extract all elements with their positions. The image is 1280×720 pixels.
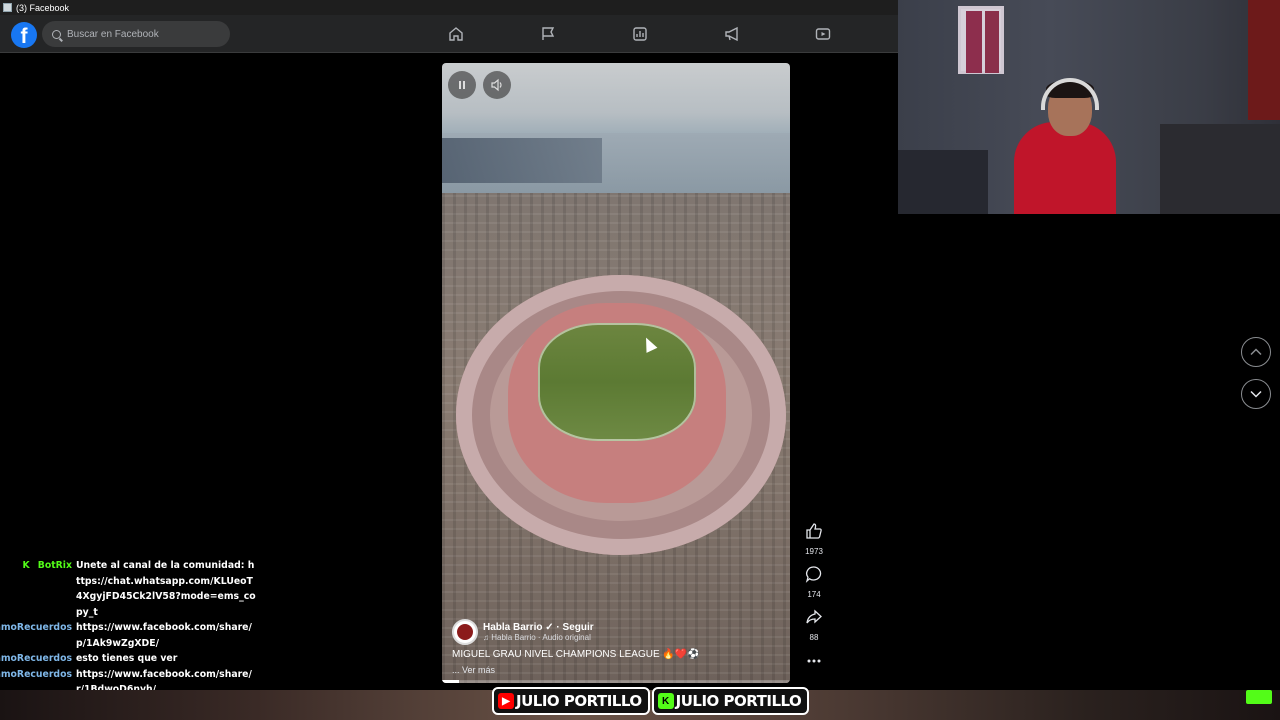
share-button[interactable]: 88 xyxy=(798,608,830,642)
kick-badge-icon: K xyxy=(22,560,30,571)
pause-icon xyxy=(459,81,465,89)
more-dots-icon xyxy=(807,659,821,663)
chat-username[interactable]: K BotRix xyxy=(0,558,76,620)
chat-message: amoRecuerdos esto tienes que ver xyxy=(0,651,270,667)
chat-username[interactable]: amoRecuerdos xyxy=(0,620,76,651)
kick-corner-icon xyxy=(1246,690,1272,704)
webcam-desk xyxy=(898,150,988,214)
kick-channel-name: JULIO PORTILLO xyxy=(675,692,802,710)
chat-message-text: esto tienes que ver xyxy=(76,653,178,664)
chevron-down-icon xyxy=(1250,390,1262,398)
kick-name-badge: K JULIO PORTILLO xyxy=(651,687,810,715)
audio-label[interactable]: Habla Barrio · Audio original xyxy=(491,633,591,642)
chat-username[interactable]: amoRecuerdos xyxy=(0,651,76,667)
webcam-red-wall xyxy=(1248,0,1280,120)
comment-button[interactable]: 174 xyxy=(798,565,830,599)
thumbs-up-icon xyxy=(806,523,822,539)
chat-message: amoRecuerdos https://www.facebook.com/sha… xyxy=(0,620,270,651)
like-count: 1973 xyxy=(805,547,823,556)
webcam-room-window xyxy=(958,6,1004,74)
follow-button[interactable]: Seguir xyxy=(563,622,594,633)
webcam-overlay xyxy=(898,0,1280,214)
webcam-bed xyxy=(1160,124,1280,214)
youtube-logo-icon: ▶ xyxy=(498,693,514,709)
browser-title-bar: (3) Facebook xyxy=(0,0,898,15)
video-progress-bar[interactable] xyxy=(442,680,790,683)
search-box[interactable] xyxy=(42,21,230,47)
like-button[interactable]: 1973 xyxy=(798,522,830,556)
screen: (3) Facebook f Buscar en Facebook Habla … xyxy=(0,0,1280,720)
more-options-button[interactable] xyxy=(798,652,830,675)
pause-button[interactable] xyxy=(448,71,476,99)
window-title: (3) Facebook xyxy=(16,2,70,13)
comment-icon xyxy=(805,566,822,583)
volume-button[interactable] xyxy=(483,71,511,99)
separator-dot: · xyxy=(556,622,560,633)
search-input[interactable] xyxy=(67,28,217,40)
video-football-pitch xyxy=(538,323,696,441)
video-port-area xyxy=(442,138,602,183)
chevron-up-icon xyxy=(1250,348,1262,356)
kick-logo-icon: K xyxy=(657,693,674,709)
youtube-channel-name: JULIO PORTILLO xyxy=(516,692,642,710)
window-icon xyxy=(3,3,12,12)
chat-username-text: BotRix xyxy=(37,560,72,571)
facebook-top-bar: f xyxy=(0,15,898,53)
youtube-name-badge: ▶ JULIO PORTILLO xyxy=(492,687,650,715)
home-icon[interactable] xyxy=(445,23,467,45)
music-note-icon: ♫ xyxy=(483,633,489,642)
chat-message-text: https://www.facebook.com/share/p/1Ak9wZg… xyxy=(76,622,252,649)
verified-icon: ✓ xyxy=(545,622,554,633)
speaker-icon xyxy=(491,78,502,92)
next-reel-button[interactable] xyxy=(1241,379,1271,409)
facebook-logo-icon[interactable]: f xyxy=(11,22,37,48)
flag-icon[interactable] xyxy=(537,23,559,45)
chat-message: K BotRix Unete al canal de la comunidad: h… xyxy=(0,558,270,620)
share-icon xyxy=(806,609,822,624)
search-icon xyxy=(52,29,61,39)
video-icon[interactable] xyxy=(812,23,834,45)
reel-caption: MIGUEL GRAU NIVEL CHAMPIONS LEAGUE 🔥❤️⚽ xyxy=(452,649,700,660)
previous-reel-button[interactable] xyxy=(1241,337,1271,367)
author-avatar[interactable] xyxy=(452,619,478,645)
video-progress-fill xyxy=(442,680,460,683)
reel-info: Habla Barrio ✓ · Seguir ♫ Habla Barrio ·… xyxy=(452,619,782,675)
share-count: 88 xyxy=(809,633,819,642)
comment-count: 174 xyxy=(807,590,821,599)
chart-icon[interactable] xyxy=(629,23,651,45)
reel-video[interactable]: Habla Barrio ✓ · Seguir ♫ Habla Barrio ·… xyxy=(442,63,790,683)
see-more-link[interactable]: ... Ver más xyxy=(452,665,782,675)
author-name[interactable]: Habla Barrio xyxy=(483,622,542,633)
streamer-banner: ▶ JULIO PORTILLO K JULIO PORTILLO xyxy=(492,686,811,716)
chat-message-text: Unete al canal de la comunidad: https://… xyxy=(76,560,256,618)
megaphone-icon[interactable] xyxy=(721,23,743,45)
